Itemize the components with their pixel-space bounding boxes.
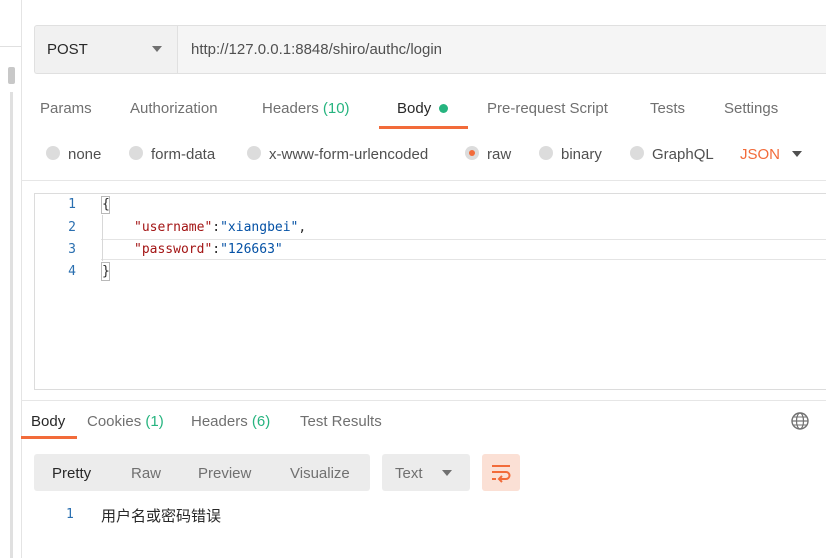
radio-raw-selected-dot: [469, 150, 475, 156]
radio-form-data-label[interactable]: form-data: [151, 146, 215, 163]
method-label: POST: [47, 41, 88, 58]
scrollbar-thumb[interactable]: [8, 67, 15, 84]
code-line-3[interactable]: "password":"126663": [134, 242, 283, 257]
radio-urlencoded[interactable]: [247, 146, 261, 160]
json-key: "username": [134, 220, 213, 235]
code-line-1[interactable]: {: [102, 197, 110, 212]
body-indicator-dot: [439, 104, 448, 113]
active-line-highlight: [101, 239, 826, 240]
indent-guide: [102, 215, 103, 261]
wrap-lines-button[interactable]: [482, 454, 520, 491]
active-tab-underline: [21, 436, 77, 439]
response-tab-cookies-count: (1): [145, 413, 164, 430]
radio-none[interactable]: [46, 146, 60, 160]
url-input-value[interactable]: http://127.0.0.1:8848/shiro/authc/login: [191, 41, 442, 58]
json-colon: :: [212, 220, 221, 235]
tab-pre-request-script[interactable]: Pre-request Script: [487, 100, 608, 117]
chevron-down-icon: [442, 470, 452, 476]
response-tab-cookies-label: Cookies: [87, 413, 142, 430]
response-tab-headers-count: (6): [251, 413, 271, 430]
globe-icon[interactable]: [790, 411, 810, 431]
view-raw-button[interactable]: Raw: [131, 465, 161, 482]
format-select[interactable]: JSON: [740, 146, 780, 163]
tab-params[interactable]: Params: [40, 100, 92, 117]
line-number: 1: [66, 507, 74, 522]
json-value: "126663": [220, 242, 283, 257]
wrap-lines-icon: [492, 465, 511, 483]
response-body-text[interactable]: 用户名或密码错误: [101, 505, 221, 526]
view-visualize-button[interactable]: Visualize: [290, 465, 350, 482]
tab-headers-count: (10): [322, 100, 350, 117]
radio-none-label[interactable]: none: [68, 146, 101, 163]
view-preview-button[interactable]: Preview: [198, 465, 251, 482]
response-tab-cookies[interactable]: Cookies (1): [87, 413, 164, 430]
scrollbar-track[interactable]: [10, 92, 13, 558]
active-line-highlight: [101, 259, 826, 260]
json-colon: :: [212, 242, 221, 257]
radio-urlencoded-label[interactable]: x-www-form-urlencoded: [269, 146, 428, 163]
left-panel-divider: [0, 46, 21, 47]
tab-settings[interactable]: Settings: [724, 100, 778, 117]
code-line-4[interactable]: }: [102, 264, 110, 279]
radio-binary[interactable]: [539, 146, 553, 160]
radio-form-data[interactable]: [129, 146, 143, 160]
response-tab-headers[interactable]: Headers (6): [191, 413, 270, 430]
json-value: "xiangbei": [220, 220, 299, 235]
json-comma: ,: [298, 220, 307, 235]
code-line-2[interactable]: "username":"xiangbei",: [134, 220, 306, 235]
response-tab-body[interactable]: Body: [31, 413, 65, 430]
radio-graphql-label[interactable]: GraphQL: [652, 146, 714, 163]
section-divider: [21, 180, 826, 181]
response-format-label: Text: [395, 465, 423, 482]
radio-binary-label[interactable]: binary: [561, 146, 602, 163]
response-tab-headers-label: Headers: [191, 413, 248, 430]
radio-graphql[interactable]: [630, 146, 644, 160]
line-number: 1: [68, 197, 76, 212]
view-pretty-button[interactable]: Pretty: [52, 465, 91, 482]
line-number: 3: [68, 242, 76, 257]
json-key: "password": [134, 242, 213, 257]
active-tab-underline: [379, 126, 468, 129]
tab-headers[interactable]: Headers (10): [262, 100, 350, 117]
response-tab-test-results[interactable]: Test Results: [300, 413, 382, 430]
tab-authorization[interactable]: Authorization: [130, 100, 218, 117]
tab-headers-label: Headers: [262, 100, 319, 117]
line-number: 4: [68, 264, 76, 279]
pane-divider[interactable]: [21, 400, 826, 401]
chevron-down-icon[interactable]: [792, 151, 802, 157]
tab-tests[interactable]: Tests: [650, 100, 685, 117]
chevron-down-icon[interactable]: [152, 46, 162, 52]
radio-raw-label[interactable]: raw: [487, 146, 511, 163]
line-number: 2: [68, 220, 76, 235]
tab-body[interactable]: Body: [397, 100, 431, 117]
